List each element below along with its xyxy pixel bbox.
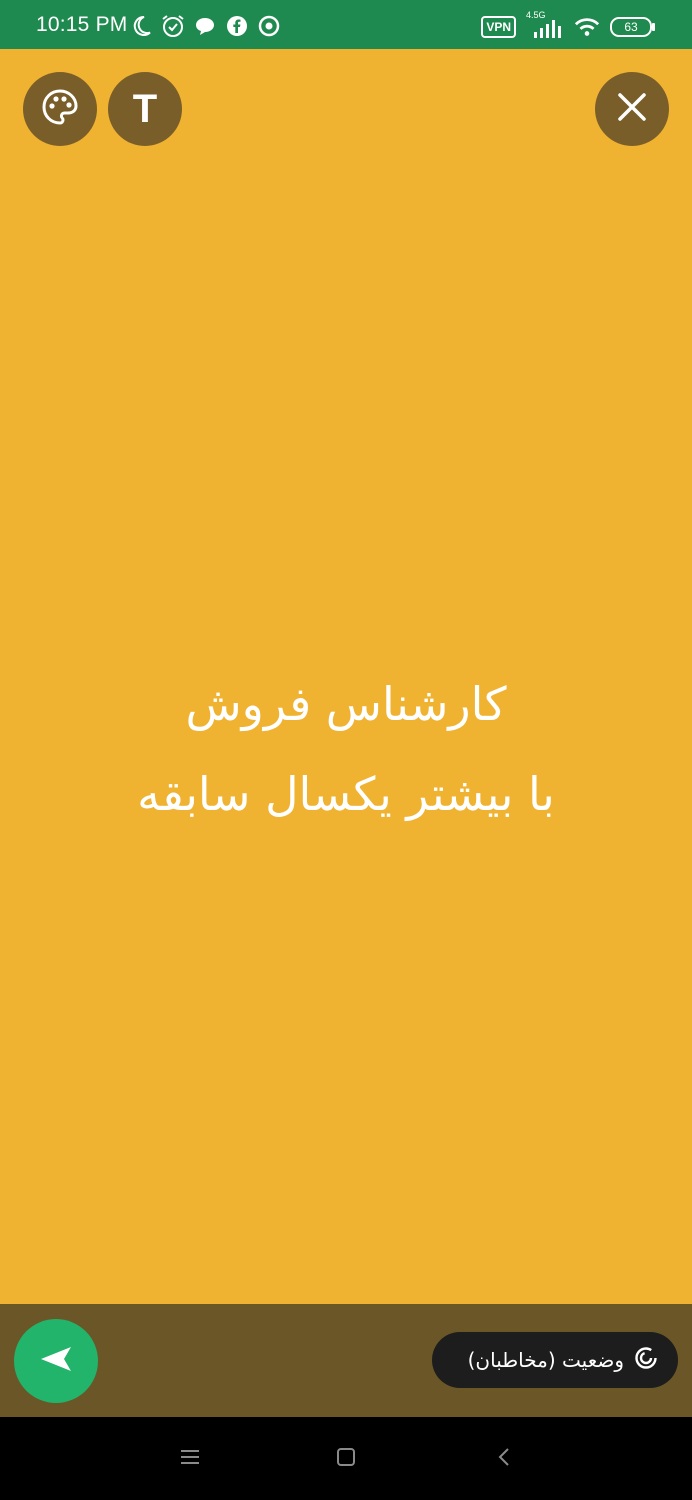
back-chevron-icon <box>496 1446 512 1472</box>
color-palette-button[interactable] <box>23 72 97 146</box>
cellular-signal-icon: 4.5G <box>526 10 564 40</box>
message-icon <box>192 13 218 39</box>
status-bar: 10:15 PM VPN 4.5G 63 <box>0 0 692 49</box>
menu-icon <box>179 1448 201 1470</box>
palette-icon <box>40 87 80 131</box>
audience-label: وضعیت (مخاطبان) <box>467 1348 624 1372</box>
status-audience-selector[interactable]: وضعیت (مخاطبان) <box>432 1332 678 1388</box>
status-editor-canvas[interactable]: T کارشناس فروش با بیشتر یکسال سابقه <box>0 49 692 1304</box>
status-right-icons: VPN 4.5G 63 <box>481 10 655 41</box>
battery-indicator: 63 <box>610 17 655 37</box>
send-icon <box>38 1344 74 1378</box>
vpn-badge: VPN <box>481 16 516 38</box>
status-text-line: کارشناس فروش <box>185 677 507 731</box>
alarm-icon <box>160 13 186 39</box>
close-icon <box>615 90 649 128</box>
text-font-icon: T <box>132 86 158 131</box>
back-button[interactable] <box>482 1441 526 1477</box>
bottom-action-bar: وضعیت (مخاطبان) <box>0 1304 692 1417</box>
wifi-icon <box>574 14 600 40</box>
close-button[interactable] <box>595 72 669 146</box>
moon-icon <box>128 13 154 39</box>
status-text-line: با بیشتر یکسال سابقه <box>137 767 555 821</box>
send-button[interactable] <box>14 1319 98 1403</box>
square-home-icon <box>335 1446 357 1472</box>
status-text[interactable]: کارشناس فروش با بیشتر یکسال سابقه <box>40 659 652 839</box>
status-left-icons <box>128 12 282 40</box>
system-navigation-bar <box>0 1417 692 1500</box>
status-time: 10:15 PM <box>36 13 128 36</box>
network-type-label: 4.5G <box>526 10 546 20</box>
status-ring-icon <box>634 1346 658 1374</box>
recent-apps-button[interactable] <box>168 1441 212 1477</box>
chrome-icon <box>256 13 282 39</box>
home-button[interactable] <box>324 1441 368 1477</box>
facebook-icon <box>224 13 250 39</box>
text-font-button[interactable]: T <box>108 72 182 146</box>
